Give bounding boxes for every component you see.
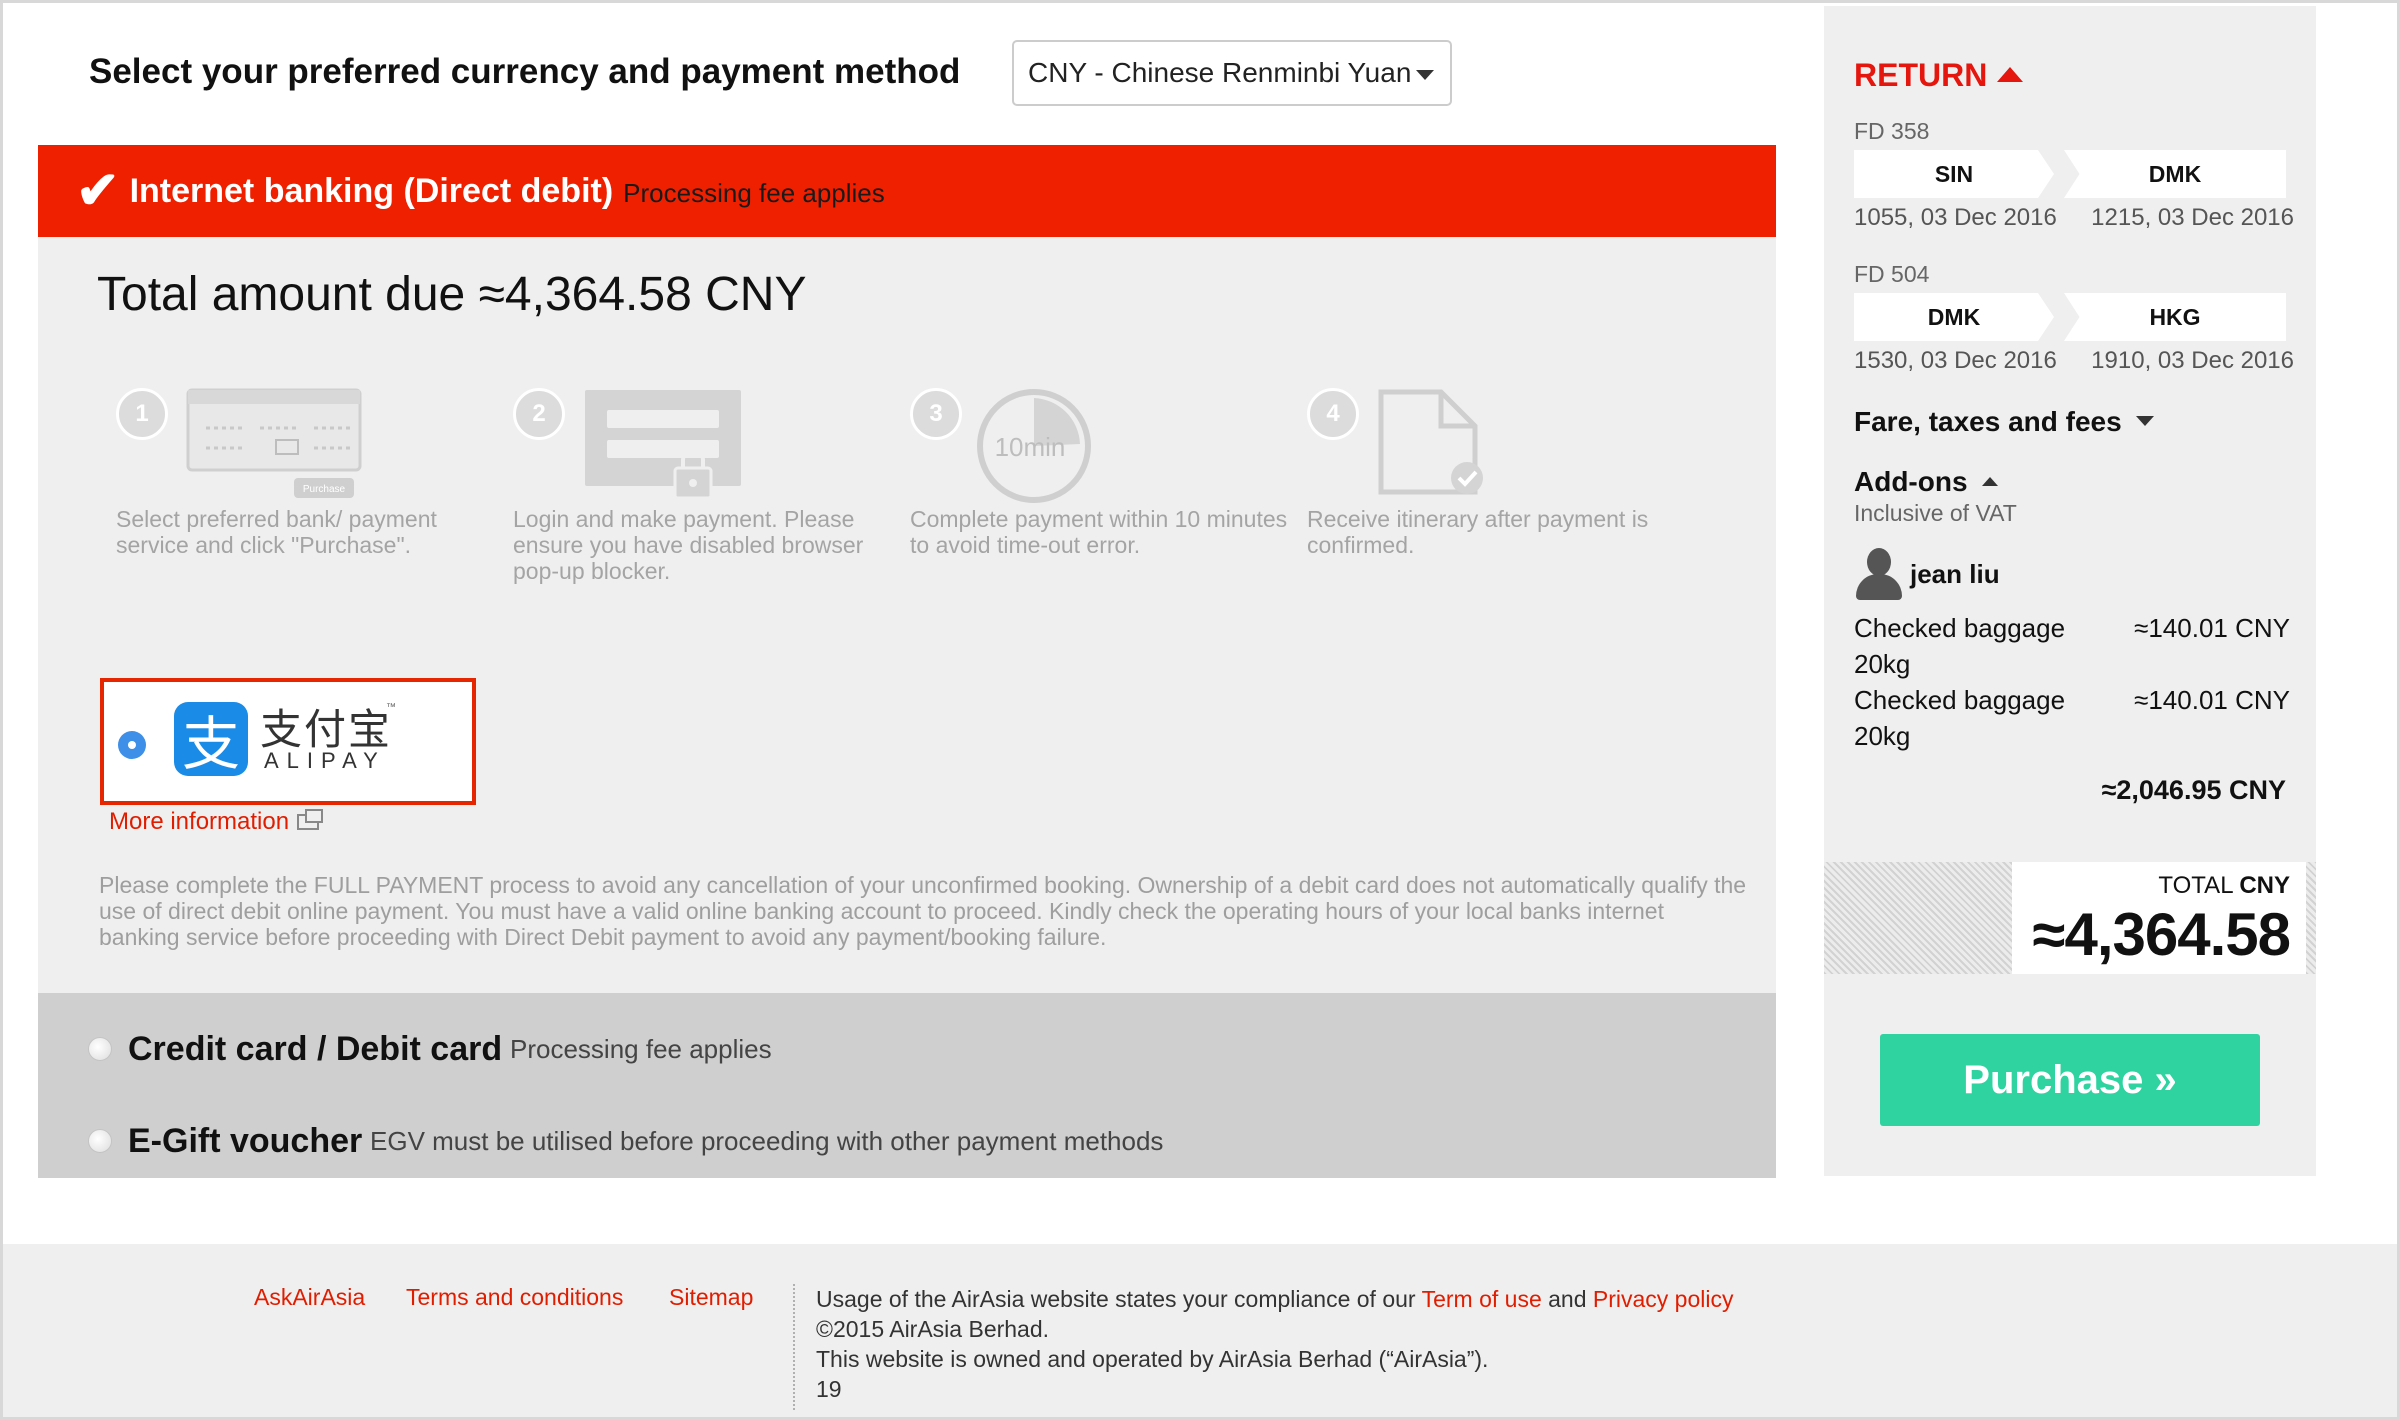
credit-card-label: Credit card / Debit card — [128, 1029, 503, 1068]
page-title: Select your preferred currency and payme… — [89, 52, 961, 91]
timer-icon: 10min — [977, 389, 1091, 503]
baggage-weight: 20kg — [1854, 649, 1911, 679]
external-window-icon — [297, 809, 324, 830]
booking-summary-sidebar: RETURN FD 358 SIN DMK 1055, 03 Dec 2016 … — [1824, 6, 2316, 1176]
user-avatar-icon — [1854, 548, 1902, 600]
ownership-note: This website is owned and operated by Ai… — [816, 1346, 1489, 1372]
credit-card-fee-note: Processing fee applies — [510, 1033, 772, 1064]
purchase-button[interactable]: Purchase » — [1880, 1034, 2260, 1126]
total-value: ≈4,364.58 — [2032, 901, 2291, 968]
alipay-logo-icon: 支 — [174, 702, 248, 778]
return-toggle[interactable]: RETURN — [1854, 57, 2024, 94]
baggage-amount: ≈140.01 CNY — [2134, 613, 2290, 643]
flight-route: SIN DMK — [1854, 150, 2286, 198]
egift-voucher-label: E-Gift voucher — [128, 1121, 363, 1160]
step-number: 2 — [513, 388, 565, 440]
legal-usage-line: Usage of the AirAsia website states your… — [816, 1284, 1734, 1314]
hatch-decoration — [1824, 862, 2012, 974]
egift-voucher-option[interactable]: E-Gift voucher EGV must be utilised befo… — [38, 1111, 1776, 1171]
flight-number: FD 358 — [1854, 118, 1930, 144]
credit-card-option[interactable]: Credit card / Debit card Processing fee … — [38, 1019, 1776, 1079]
purchase-graphic-label: Purchase — [303, 484, 346, 495]
banner-fee-note: Processing fee applies — [623, 177, 885, 208]
privacy-policy-link[interactable]: Privacy policy — [1593, 1286, 1734, 1312]
login-lock-icon — [585, 390, 741, 500]
step-number: 1 — [116, 388, 168, 440]
egift-voucher-note: EGV must be utilised before proceeding w… — [370, 1125, 1164, 1156]
timer-graphic-label: 10min — [995, 432, 1066, 462]
return-label: RETURN — [1854, 57, 1988, 93]
baggage-item: Checked baggage 20kg ≈140.01 CNY — [1854, 682, 2290, 754]
payment-notice: Please complete the FULL PAYMENT process… — [99, 872, 1747, 950]
alipay-trademark: ™ — [386, 702, 396, 713]
addons-label: Add-ons — [1854, 466, 1968, 497]
footer-legal: Usage of the AirAsia website states your… — [816, 1284, 1734, 1404]
total-label: TOTAL CNY — [2158, 872, 2290, 900]
legal-prefix: Usage of the AirAsia website states your… — [816, 1286, 1416, 1312]
fare-label: Fare, taxes and fees — [1854, 406, 2122, 437]
step-number: 3 — [910, 388, 962, 440]
destination-airport: DMK — [2064, 150, 2286, 198]
term-of-use-link[interactable]: Term of use — [1422, 1286, 1542, 1312]
hatch-decoration — [2306, 862, 2316, 974]
step-text: Complete payment within 10 minutes to av… — [910, 506, 1288, 558]
addons-toggle[interactable]: Add-ons — [1854, 466, 1998, 498]
footer-link-askairasia[interactable]: AskAirAsia — [254, 1284, 365, 1311]
chevron-down-icon — [2135, 416, 2154, 426]
fare-taxes-fees-toggle[interactable]: Fare, taxes and fees — [1854, 406, 2154, 438]
banner-label: Internet banking (Direct debit) — [129, 171, 614, 210]
alternate-payment-methods: Credit card / Debit card Processing fee … — [38, 993, 1776, 1178]
flight-number: FD 504 — [1854, 261, 1930, 287]
internet-banking-banner[interactable]: ✔ Internet banking (Direct debit) Proces… — [38, 145, 1776, 237]
alipay-radio[interactable] — [118, 731, 146, 759]
passenger-name: jean liu — [1910, 558, 2000, 589]
flight-times: 1055, 03 Dec 2016 1215, 03 Dec 2016 — [1854, 204, 2294, 232]
flight-route: DMK HKG — [1854, 293, 2286, 341]
more-information-link[interactable]: More information — [109, 808, 324, 836]
payment-panel: ✔ Internet banking (Direct debit) Proces… — [38, 145, 1776, 1178]
footer: AskAirAsia Terms and conditions Sitemap … — [3, 1244, 2397, 1417]
baggage-amount: ≈140.01 CNY — [2134, 685, 2290, 715]
alipay-option[interactable]: 支 支付宝 ™ ALIPAY — [100, 678, 476, 805]
step-text: Select preferred bank/ payment service a… — [116, 506, 437, 558]
egift-voucher-radio[interactable] — [88, 1129, 112, 1153]
step-number: 4 — [1307, 388, 1359, 440]
origin-airport: SIN — [1854, 150, 2054, 198]
copyright: ©2015 AirAsia Berhad. — [816, 1316, 1050, 1342]
total-currency: CNY — [2239, 872, 2290, 899]
footer-link-sitemap[interactable]: Sitemap — [669, 1284, 753, 1311]
passenger: jean liu — [1854, 548, 2000, 600]
footer-divider — [793, 1284, 795, 1410]
total-body: TOTAL CNY ≈4,364.58 — [2012, 862, 2306, 974]
addons-subtotal: ≈2,046.95 CNY — [2101, 775, 2286, 805]
more-information-label: More information — [109, 808, 290, 835]
flight-times: 1530, 03 Dec 2016 1910, 03 Dec 2016 — [1854, 347, 2294, 375]
destination-airport: HKG — [2064, 293, 2286, 341]
itinerary-document-icon — [1378, 389, 1483, 495]
alipay-english-name: ALIPAY — [264, 748, 386, 773]
credit-card-radio[interactable] — [88, 1037, 112, 1061]
depart-time: 1055, 03 Dec 2016 — [1854, 204, 2057, 231]
legal-and: and — [1548, 1286, 1587, 1312]
origin-airport: DMK — [1854, 293, 2054, 341]
vat-note: Inclusive of VAT — [1854, 500, 2017, 526]
chevron-down-icon — [1416, 70, 1434, 80]
total-amount-due: Total amount due ≈4,364.58 CNY — [97, 268, 807, 321]
triangle-up-icon — [1997, 67, 2024, 82]
footer-link-terms[interactable]: Terms and conditions — [406, 1284, 623, 1311]
step-text: Receive itinerary after payment is confi… — [1307, 506, 1649, 558]
baggage-weight: 20kg — [1854, 721, 1911, 751]
step-text: Login and make payment. Please ensure yo… — [513, 506, 864, 584]
depart-time: 1530, 03 Dec 2016 — [1854, 347, 2057, 374]
baggage-item: Checked baggage 20kg ≈140.01 CNY — [1854, 610, 2290, 682]
currency-selected-value: CNY - Chinese Renminbi Yuan — [1028, 57, 1412, 88]
currency-dropdown[interactable]: CNY - Chinese Renminbi Yuan — [1012, 40, 1452, 106]
total-label-text: TOTAL — [2158, 872, 2233, 899]
total-summary: TOTAL CNY ≈4,364.58 — [1824, 862, 2316, 974]
arrive-time: 1910, 03 Dec 2016 — [2091, 347, 2294, 374]
page-number: 19 — [816, 1376, 842, 1402]
chevron-up-icon — [1981, 477, 1998, 486]
arrive-time: 1215, 03 Dec 2016 — [2091, 204, 2294, 231]
checkmark-icon: ✔ — [76, 162, 120, 220]
